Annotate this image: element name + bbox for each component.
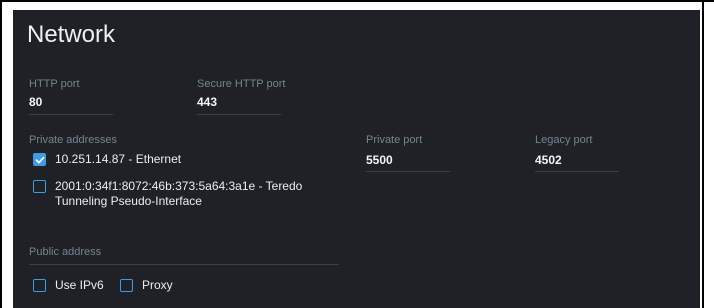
private-address-item-0[interactable]: 10.251.14.87 - Ethernet bbox=[33, 152, 181, 167]
legacy-port-underline bbox=[535, 171, 619, 172]
legacy-port-label: Legacy port bbox=[535, 134, 593, 146]
use-ipv6-option[interactable]: Use IPv6 bbox=[33, 278, 104, 293]
private-address-0-label: 10.251.14.87 - Ethernet bbox=[55, 152, 182, 166]
use-ipv6-label: Use IPv6 bbox=[55, 278, 104, 292]
public-address-underline bbox=[29, 264, 339, 265]
right-border bbox=[702, 0, 704, 308]
network-settings-panel: Network HTTP port 80 Secure HTTP port 44… bbox=[13, 10, 700, 308]
secure-http-port-underline bbox=[197, 114, 281, 115]
private-port-label: Private port bbox=[366, 134, 423, 146]
private-address-1-label: 2001:0:34f1:8072:46b:373:5a64:3a1e - Ter… bbox=[55, 179, 303, 208]
checkbox-checked[interactable] bbox=[33, 153, 46, 166]
private-addresses-label: Private addresses bbox=[29, 134, 118, 146]
page-title: Network bbox=[27, 21, 116, 48]
checkbox-unchecked[interactable] bbox=[33, 180, 46, 193]
private-port-value[interactable]: 5500 bbox=[366, 153, 393, 167]
legacy-port-value[interactable]: 4502 bbox=[535, 153, 562, 167]
secure-http-port-value[interactable]: 443 bbox=[197, 95, 217, 109]
proxy-option[interactable]: Proxy bbox=[120, 278, 173, 293]
http-port-value[interactable]: 80 bbox=[29, 95, 42, 109]
use-ipv6-checkbox[interactable] bbox=[33, 279, 46, 292]
public-address-label: Public address bbox=[29, 246, 102, 258]
secure-http-port-label: Secure HTTP port bbox=[197, 78, 286, 90]
proxy-checkbox[interactable] bbox=[120, 279, 133, 292]
checkmark-icon bbox=[35, 156, 44, 163]
http-port-underline bbox=[29, 114, 113, 115]
private-port-underline bbox=[366, 171, 450, 172]
top-border bbox=[0, 0, 714, 2]
http-port-label: HTTP port bbox=[29, 78, 80, 90]
private-address-item-1[interactable]: 2001:0:34f1:8072:46b:373:5a64:3a1e - Ter… bbox=[33, 179, 325, 209]
left-border bbox=[0, 0, 2, 308]
proxy-label: Proxy bbox=[142, 278, 173, 292]
